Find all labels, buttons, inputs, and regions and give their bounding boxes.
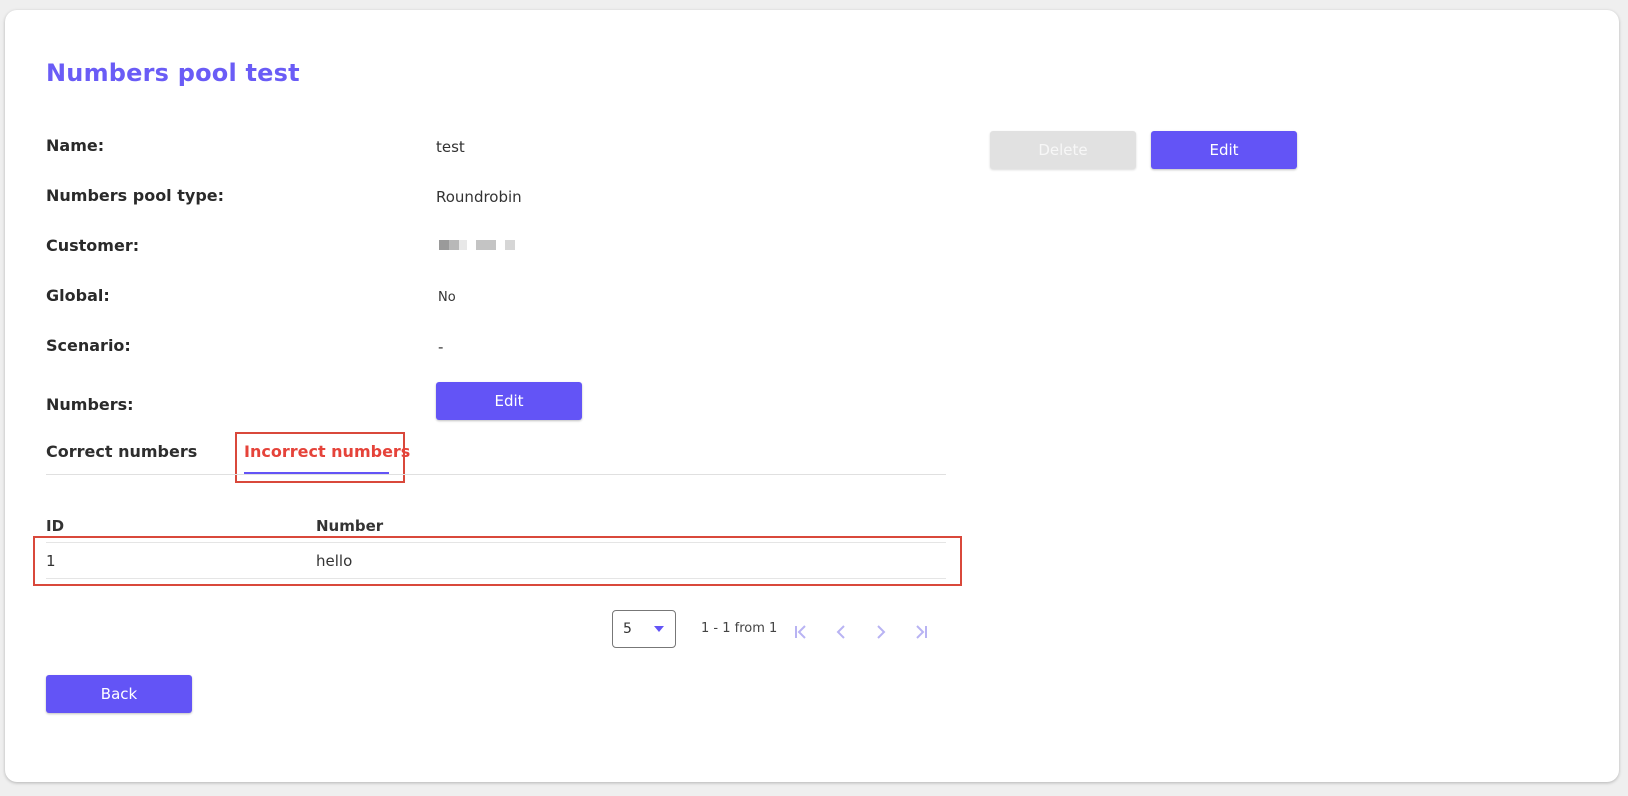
table-row-divider xyxy=(46,578,946,579)
customer-value-redacted xyxy=(439,240,515,250)
scenario-value: - xyxy=(438,338,444,356)
page-size-value: 5 xyxy=(623,621,632,637)
type-value: Roundrobin xyxy=(436,188,522,206)
edit-button[interactable]: Edit xyxy=(1151,131,1297,169)
chevron-down-icon xyxy=(654,626,664,632)
page-title: Numbers pool test xyxy=(46,59,300,87)
tab-correct-numbers[interactable]: Correct numbers xyxy=(46,442,197,461)
column-header-number: Number xyxy=(316,517,384,535)
tab-incorrect-numbers[interactable]: Incorrect numbers xyxy=(244,442,410,461)
tabs-divider xyxy=(46,474,946,475)
scenario-label: Scenario: xyxy=(46,336,131,355)
next-page-icon[interactable] xyxy=(871,622,891,642)
column-header-id: ID xyxy=(46,517,65,535)
global-label: Global: xyxy=(46,286,110,305)
back-button[interactable]: Back xyxy=(46,675,192,713)
pagination-range: 1 - 1 from 1 xyxy=(701,621,778,636)
table-cell-number: hello xyxy=(316,552,353,570)
name-value: test xyxy=(436,138,465,156)
numbers-label: Numbers: xyxy=(46,395,134,414)
customer-label: Customer: xyxy=(46,236,140,255)
table-cell-id: 1 xyxy=(46,552,56,570)
type-label: Numbers pool type: xyxy=(46,186,225,205)
global-value: No xyxy=(438,290,456,305)
delete-button[interactable]: Delete xyxy=(990,131,1136,169)
first-page-icon[interactable] xyxy=(791,622,811,642)
name-label: Name: xyxy=(46,136,105,155)
numbers-edit-button[interactable]: Edit xyxy=(436,382,582,420)
previous-page-icon[interactable] xyxy=(831,622,851,642)
details-card: Numbers pool test Name: test Numbers poo… xyxy=(5,10,1619,782)
page-size-select[interactable]: 5 xyxy=(612,610,676,648)
last-page-icon[interactable] xyxy=(911,622,931,642)
